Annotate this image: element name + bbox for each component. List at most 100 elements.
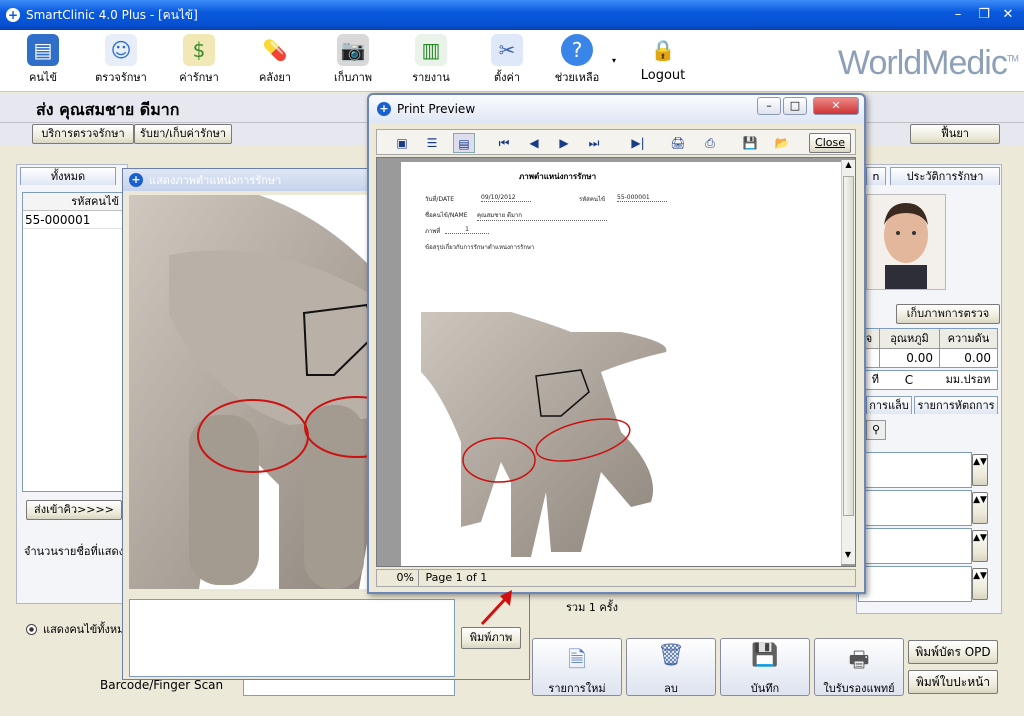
print-opd-card-button[interactable]: พิมพ์บัตร OPD <box>908 640 998 664</box>
toolbar-settings-button[interactable]: ✂ ตั้งค่า <box>468 32 546 90</box>
radio-label: แสดงคนไข้ทั้งหม <box>43 623 125 636</box>
vitals-value[interactable]: 0.00 <box>879 349 939 367</box>
worldmedic-logo: WorldMedicTM <box>838 44 1019 83</box>
field-spin-icon[interactable]: ▲▼ <box>972 568 988 600</box>
procedure-field-1[interactable] <box>858 452 972 488</box>
toolbar-label: ตั้งค่า <box>493 71 521 84</box>
field-spin-icon[interactable]: ▲▼ <box>972 454 988 486</box>
vitals-value[interactable]: 0.00 <box>939 349 997 367</box>
send-queue-button[interactable]: ส่งเข้าคิว>>>> <box>26 500 122 520</box>
page-indicator: Page 1 of 1 <box>425 571 488 584</box>
procedure-field-4[interactable] <box>858 566 972 602</box>
preview-vertical-scrollbar[interactable]: ▲ ▼ <box>841 160 855 564</box>
toolbar-report-button[interactable]: ▥ รายงาน <box>392 32 470 90</box>
print-cover-sheet-button[interactable]: พิมพ์ใบปะหน้า <box>908 670 998 694</box>
toolbar-photo-button[interactable]: 📷 เก็บภาพ <box>314 32 392 90</box>
dialog-icon: + <box>129 173 143 187</box>
toolbar-exam-button[interactable]: ☺ ตรวจรักษา <box>82 32 160 90</box>
patient-name: ส่ง คุณสมชาย ดีมาก <box>36 100 180 119</box>
save-icon[interactable]: 💾 <box>739 133 761 153</box>
toolbar-label: คนไข้ <box>29 71 57 84</box>
count-label: จำนวนรายชื่อที่แสดง <box>24 545 125 558</box>
refresh-button[interactable]: ฟื้นยา <box>910 124 1000 144</box>
next-page-icon[interactable]: ▶ <box>553 133 575 153</box>
delete-button[interactable]: 🗑 ลบ <box>626 638 716 696</box>
medicine-tab[interactable]: รับยา/เก็บค่ารักษา <box>134 124 232 144</box>
close-icon[interactable]: ✕ <box>998 6 1018 24</box>
camera-icon: 📷 <box>337 34 369 66</box>
tab-procedures[interactable]: รายการหัตถการ <box>914 396 998 414</box>
toolbar-fee-button[interactable]: $ ค่ารักษา <box>160 32 238 90</box>
vitals-table: จ อุณหภูมิ ความดัน 0.00 0.00 <box>858 328 998 368</box>
money-icon: $ <box>183 34 215 66</box>
field-spin-icon[interactable]: ▲▼ <box>972 530 988 562</box>
radio-icon <box>26 623 37 635</box>
doctor-icon: ☺ <box>105 34 137 66</box>
preview-close-button[interactable]: Close <box>809 133 851 153</box>
close-icon[interactable]: ✕ <box>813 97 859 115</box>
scroll-thumb[interactable] <box>843 176 854 516</box>
search-person-icon[interactable]: ⚲ <box>866 420 886 440</box>
field-spin-icon[interactable]: ▲▼ <box>972 492 988 524</box>
last-page-icon[interactable]: ⏭ <box>583 133 605 153</box>
save-exam-photo-button[interactable]: เก็บภาพการตรวจ <box>896 304 1000 324</box>
tools-icon: ✂ <box>491 34 523 66</box>
maximize-icon[interactable]: □ <box>783 97 807 115</box>
doc-name-label: ชื่อคนไข้/NAME <box>425 212 468 219</box>
zoom-page-icon[interactable]: ▤ <box>453 133 475 153</box>
vitals-unit: มม.ปรอท <box>945 373 991 386</box>
logout-button[interactable]: 🔒 Logout <box>624 32 702 90</box>
tab-all[interactable]: ทั้งหมด <box>20 167 116 185</box>
patient-list[interactable]: รหัสคนไข้ 55-000001 <box>22 192 126 492</box>
minimize-icon[interactable]: – <box>757 97 781 115</box>
help-dropdown-icon[interactable]: ▾ <box>612 56 616 65</box>
page-width-icon[interactable]: ☰ <box>421 133 443 153</box>
button-label: ใบรับรองแพทย์ <box>823 682 895 695</box>
doc-page-label: ภาพที่ <box>425 228 441 235</box>
bar-chart-icon: ▥ <box>415 34 447 66</box>
toolbar-label: เก็บภาพ <box>333 71 373 84</box>
toolbar-help-button[interactable]: ? ช่วยเหลือ <box>538 32 616 90</box>
save-button[interactable]: 💾 บันทึก <box>720 638 810 696</box>
toolbar-pharmacy-button[interactable]: 💊 คลังยา <box>236 32 314 90</box>
prev-page-icon[interactable]: ◀ <box>523 133 545 153</box>
print-icon[interactable]: ⎙ <box>699 133 721 153</box>
preview-toolbar: ▣ ☰ ▤ ⏮ ◀ ▶ ⏭ ▶| 🖨 ⎙ 💾 📂 Close <box>376 129 856 155</box>
toolbar-patient-button[interactable]: ▤ คนไข้ <box>4 32 82 90</box>
tab-history[interactable]: ประวัติการรักษา <box>890 167 1000 185</box>
toolbar-label: รายงาน <box>412 71 450 84</box>
preview-page: ภาพตำแหน่งการรักษา วันที่/DATE 09/10/201… <box>401 162 841 566</box>
window-title: SmartClinic 4.0 Plus - [คนไข้] <box>26 7 198 22</box>
exam-service-tab[interactable]: บริการตรวจรักษา <box>32 124 134 144</box>
medical-certificate-button[interactable]: 🖶 ใบรับรองแพทย์ <box>814 638 904 696</box>
scroll-up-icon[interactable]: ▲ <box>842 160 855 174</box>
print-setup-icon[interactable]: 🖨 <box>667 133 689 153</box>
patient-book-icon: ▤ <box>27 34 59 66</box>
new-record-button[interactable]: 🗎 รายการใหม่ <box>532 638 622 696</box>
restore-icon[interactable]: ❐ <box>974 6 994 24</box>
col-header-patient-id: รหัสคนไข้ <box>23 193 125 211</box>
doc-page-value: 1 <box>445 226 489 234</box>
preview-viewport[interactable]: ภาพตำแหน่งการรักษา วันที่/DATE 09/10/201… <box>376 157 856 567</box>
total-visits: รวม 1 ครั้ง <box>566 601 618 614</box>
button-label: รายการใหม่ <box>548 682 606 695</box>
toolbar-label: ค่ารักษา <box>179 71 219 84</box>
tab-n[interactable]: n <box>866 167 886 185</box>
tab-lab[interactable]: การแล็บ <box>866 396 912 414</box>
procedure-field-3[interactable] <box>858 528 972 564</box>
open-icon[interactable]: 📂 <box>771 133 793 153</box>
show-all-radio[interactable]: แสดงคนไข้ทั้งหม <box>26 620 124 638</box>
first-page-icon[interactable]: ⏮ <box>493 133 515 153</box>
one-page-icon[interactable]: ▣ <box>391 133 413 153</box>
list-item[interactable]: 55-000001 <box>23 211 125 229</box>
treatment-note-box[interactable] <box>129 599 455 677</box>
goto-page-icon[interactable]: ▶| <box>627 133 649 153</box>
procedure-field-2[interactable] <box>858 490 972 526</box>
doc-id-value: 55-000001 <box>617 194 667 202</box>
barcode-input[interactable] <box>243 678 455 696</box>
doc-name-value: คุณสมชาย ดีมาก <box>477 210 607 221</box>
minimize-icon[interactable]: – <box>948 6 968 24</box>
scroll-down-icon[interactable]: ▼ <box>842 550 854 564</box>
logo-text: WorldMedic <box>838 44 1008 82</box>
save-icon: 💾 <box>751 643 779 668</box>
